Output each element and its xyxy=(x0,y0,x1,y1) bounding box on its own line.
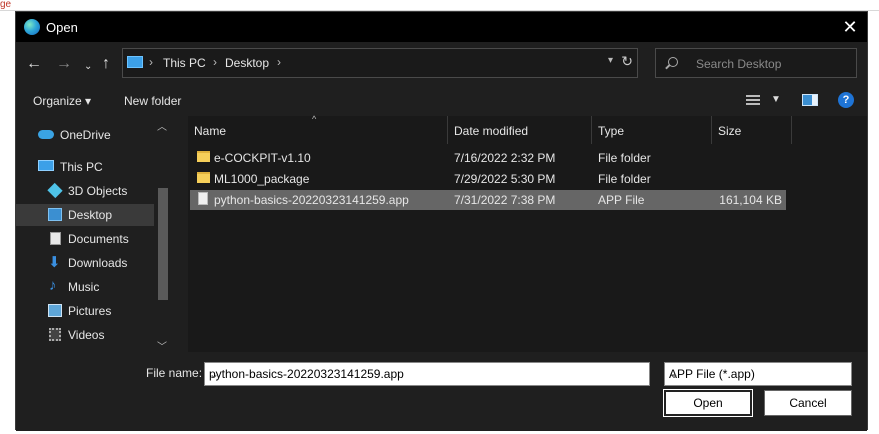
file-size: 161,104 KB xyxy=(719,193,782,207)
file-name-label: File name: xyxy=(146,366,203,380)
file-date: 7/31/2022 7:38 PM xyxy=(454,193,556,207)
file-name: e-COCKPIT-v1.10 xyxy=(214,151,311,165)
nav-item-3d-objects[interactable]: 3D Objects xyxy=(16,180,154,202)
organize-button[interactable]: Organize ▾ xyxy=(33,94,91,108)
file-type: File folder xyxy=(598,172,651,186)
title-bar: Open ✕ xyxy=(16,12,867,42)
forward-arrow-icon[interactable]: → xyxy=(56,56,72,72)
video-icon xyxy=(49,328,61,341)
search-icon xyxy=(668,57,678,67)
up-arrow-icon[interactable]: ↑ xyxy=(102,56,110,72)
nav-item-desktop[interactable]: Desktop xyxy=(16,204,154,226)
breadcrumb-desktop[interactable]: Desktop xyxy=(225,56,269,70)
pictures-icon xyxy=(48,304,62,317)
scrollbar-thumb[interactable] xyxy=(158,188,168,300)
refresh-icon[interactable]: ↻ xyxy=(621,53,633,70)
dialog-title: Open xyxy=(46,20,78,35)
scroll-down-icon[interactable]: ﹀ xyxy=(157,338,167,353)
open-button[interactable]: Open xyxy=(663,389,753,417)
cloud-icon xyxy=(38,130,54,139)
nav-item-music[interactable]: ♪ Music xyxy=(16,276,154,298)
breadcrumb-separator: › xyxy=(213,55,217,69)
file-type-select[interactable]: APP File (*.app) ⌄ xyxy=(664,362,852,386)
table-row[interactable]: python-basics-20220323141259.app 7/31/20… xyxy=(190,190,786,210)
navigation-pane: OneDrive This PC 3D Objects Desktop Docu… xyxy=(16,116,171,352)
help-icon[interactable]: ? xyxy=(838,92,854,108)
monitor-icon xyxy=(127,56,143,68)
sort-ascending-icon: ^ xyxy=(312,114,317,124)
back-arrow-icon[interactable]: ← xyxy=(26,56,42,72)
nav-item-this-pc[interactable]: This PC xyxy=(16,156,154,178)
folder-icon xyxy=(197,151,210,162)
view-dropdown-icon[interactable]: ▼ xyxy=(771,94,781,105)
dialog-footer: File name: python-basics-20220323141259.… xyxy=(16,352,867,431)
file-name: ML1000_package xyxy=(214,172,310,186)
background-page-strip: ge xyxy=(0,0,879,11)
search-box[interactable]: Search Desktop xyxy=(655,48,857,78)
close-button[interactable]: ✕ xyxy=(839,16,861,38)
file-date: 7/29/2022 5:30 PM xyxy=(454,172,556,186)
column-header-name[interactable]: Name ^ xyxy=(188,114,448,144)
file-name-field[interactable]: python-basics-20220323141259.app ⌄ xyxy=(204,362,650,386)
view-options-icon[interactable] xyxy=(746,95,760,105)
address-dropdown-icon[interactable]: ▾ xyxy=(608,55,613,66)
monitor-icon xyxy=(38,160,54,171)
file-name: python-basics-20220323141259.app xyxy=(214,193,409,207)
breadcrumb-separator: › xyxy=(277,55,281,69)
nav-item-videos[interactable]: Videos xyxy=(16,324,154,346)
scroll-up-icon[interactable]: ︿ xyxy=(157,118,167,133)
cube-icon xyxy=(47,182,63,199)
file-icon xyxy=(198,192,208,205)
chevron-down-icon[interactable]: ⌄ xyxy=(669,367,847,381)
folder-icon xyxy=(197,172,210,183)
document-icon xyxy=(50,232,61,245)
column-header-size[interactable]: Size xyxy=(712,116,792,144)
file-type: File folder xyxy=(598,151,651,165)
new-folder-button[interactable]: New folder xyxy=(124,94,181,108)
command-toolbar: Organize ▾ New folder xyxy=(16,88,867,116)
nav-item-pictures[interactable]: Pictures xyxy=(16,300,154,322)
edge-icon xyxy=(24,19,40,35)
column-header-type[interactable]: Type xyxy=(592,116,712,144)
table-row[interactable]: e-COCKPIT-v1.10 7/16/2022 2:32 PM File f… xyxy=(190,148,786,168)
desktop-icon xyxy=(48,208,62,221)
column-header-date[interactable]: Date modified xyxy=(448,116,592,144)
address-bar[interactable]: › This PC › Desktop › ▾ ↻ xyxy=(122,48,638,78)
file-list: Name ^ Date modified Type Size e-COCKPIT… xyxy=(188,114,867,352)
cancel-button[interactable]: Cancel xyxy=(764,390,852,416)
table-row[interactable]: ML1000_package 7/29/2022 5:30 PM File fo… xyxy=(190,169,786,189)
breadcrumb-this-pc[interactable]: This PC xyxy=(163,56,206,70)
download-icon: ⬇ xyxy=(48,254,61,271)
chevron-down-icon[interactable]: ⌄ xyxy=(84,59,92,75)
nav-item-onedrive[interactable]: OneDrive xyxy=(16,124,154,146)
music-icon: ♪ xyxy=(49,277,57,294)
nav-item-downloads[interactable]: ⬇ Downloads xyxy=(16,252,154,274)
preview-pane-icon[interactable] xyxy=(802,94,818,106)
search-input[interactable]: Search Desktop xyxy=(696,57,781,71)
file-type: APP File xyxy=(598,193,645,207)
chevron-down-icon[interactable]: ⌄ xyxy=(209,367,645,381)
breadcrumb-separator: › xyxy=(149,55,153,69)
file-date: 7/16/2022 2:32 PM xyxy=(454,151,556,165)
background-partial-text: ge xyxy=(0,0,12,10)
nav-item-documents[interactable]: Documents xyxy=(16,228,154,250)
open-file-dialog: Open ✕ ← → ⌄ ↑ › This PC › Desktop › ▾ ↻… xyxy=(15,11,868,431)
nav-scrollbar[interactable]: ︿ ﹀ xyxy=(155,116,171,353)
